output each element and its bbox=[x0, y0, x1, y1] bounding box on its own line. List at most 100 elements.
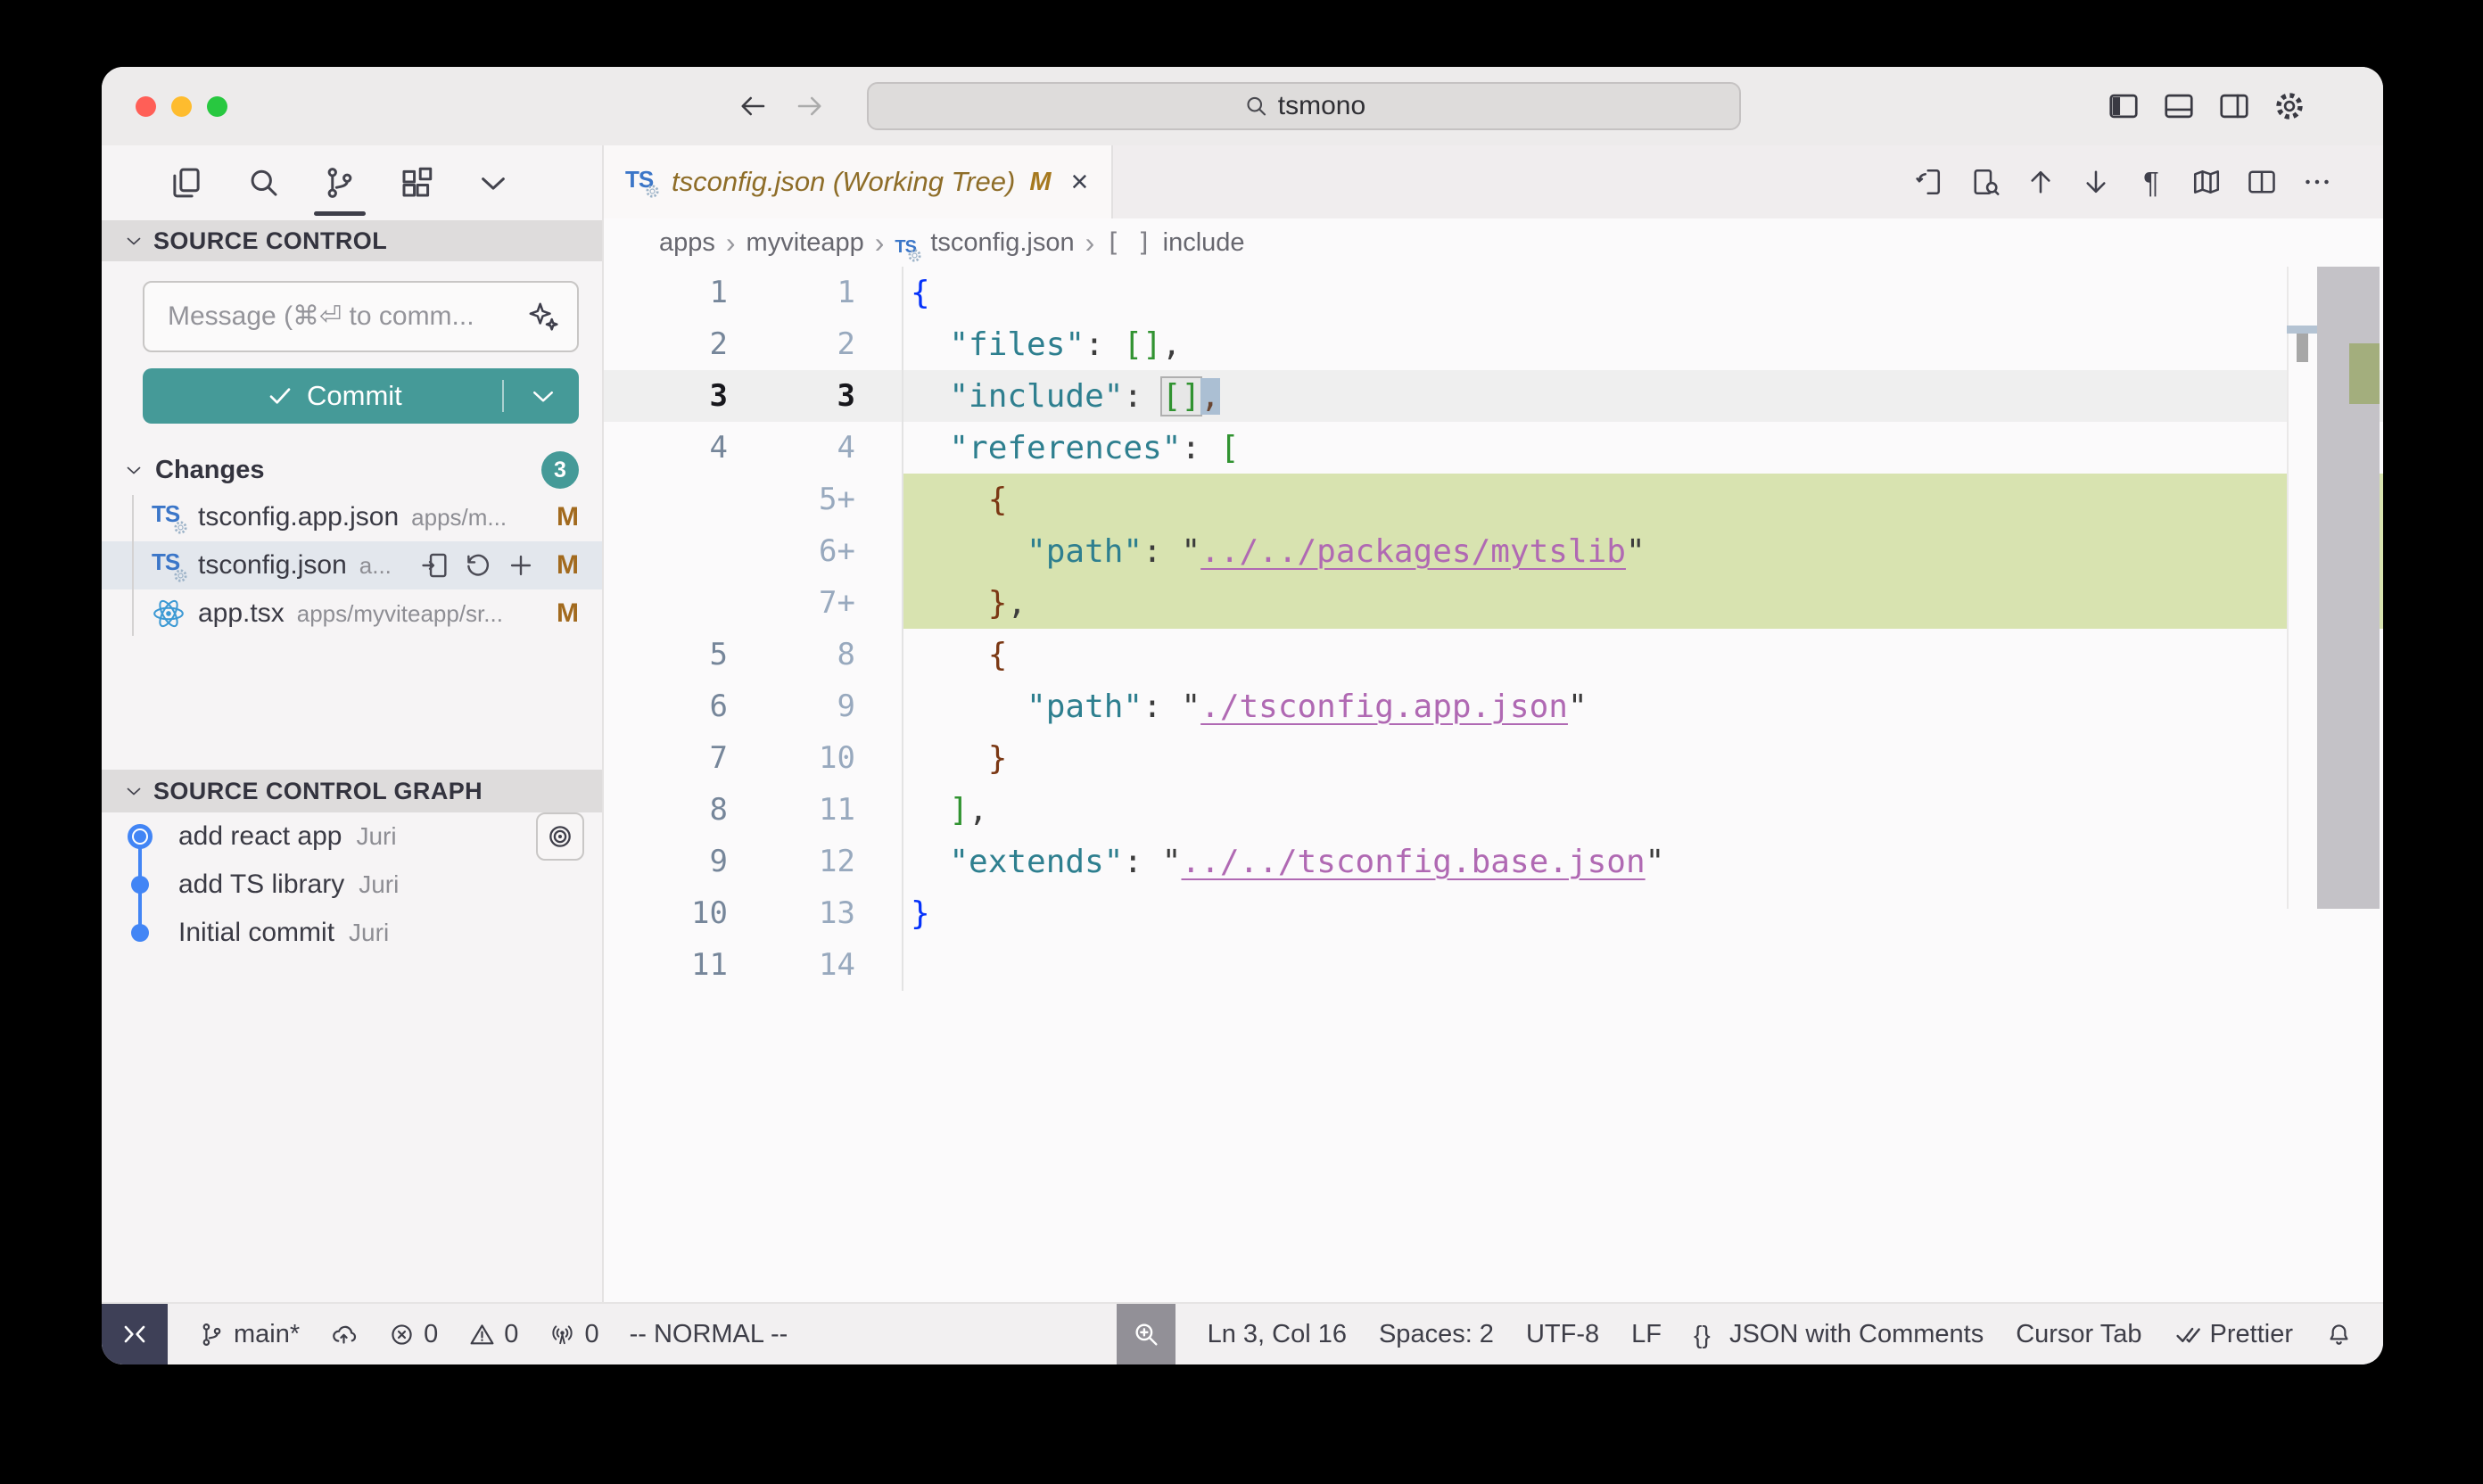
source-control-icon[interactable] bbox=[321, 164, 359, 202]
language-mode[interactable]: {}JSON with Comments bbox=[1694, 1320, 1984, 1349]
scrollbar-rail[interactable] bbox=[2287, 267, 2380, 909]
command-center-search[interactable]: tsmono bbox=[867, 82, 1741, 130]
nav-forward-icon[interactable] bbox=[794, 90, 826, 122]
commit-dropdown-icon[interactable] bbox=[527, 380, 559, 412]
explorer-icon[interactable] bbox=[168, 164, 205, 202]
commit-split-divider bbox=[502, 380, 504, 412]
tab-title: tsconfig.json (Working Tree) bbox=[672, 166, 1015, 198]
code-editor[interactable]: 11{22 "files": [],33 "include": [],44 "r… bbox=[604, 267, 2383, 1302]
ports[interactable]: 0 bbox=[549, 1320, 598, 1349]
split-editor-icon[interactable] bbox=[2246, 166, 2278, 198]
arrow-down-icon[interactable] bbox=[2080, 166, 2112, 198]
search-icon[interactable] bbox=[244, 164, 282, 202]
changes-label: Changes bbox=[155, 456, 264, 485]
status-label: Prettier bbox=[2210, 1320, 2293, 1349]
commit-row[interactable]: add react appJuri bbox=[102, 812, 602, 861]
code-line[interactable]: 1114 bbox=[604, 939, 2383, 991]
code-line[interactable]: 811 ], bbox=[604, 784, 2383, 836]
eol[interactable]: LF bbox=[1631, 1320, 1662, 1349]
file-search-icon[interactable] bbox=[1969, 166, 2001, 198]
cursor-tab[interactable]: Cursor Tab bbox=[2016, 1320, 2141, 1349]
layout-sidebar-left-icon[interactable] bbox=[2107, 89, 2141, 123]
source-control-header[interactable]: SOURCE CONTROL bbox=[102, 220, 602, 261]
commit-message: Initial commit bbox=[178, 918, 334, 948]
more-icon[interactable] bbox=[2301, 166, 2333, 198]
map-icon[interactable] bbox=[2190, 166, 2223, 198]
extensions-icon[interactable] bbox=[398, 164, 435, 202]
commit-row[interactable]: Initial commit Juri bbox=[102, 909, 602, 957]
breadcrumb-item[interactable]: myviteapp bbox=[747, 228, 864, 258]
code-line[interactable]: 11{ bbox=[604, 267, 2383, 318]
commit-message: add react app bbox=[178, 821, 342, 852]
go-to-file-icon[interactable] bbox=[420, 550, 450, 581]
source-control-title: SOURCE CONTROL bbox=[153, 227, 387, 255]
layout-panel-icon[interactable] bbox=[2162, 89, 2196, 123]
pilcrow-icon[interactable]: ¶ bbox=[2135, 166, 2167, 198]
modified-badge: M bbox=[1029, 168, 1051, 197]
change-row-tsconfig.json[interactable]: TStsconfig.jsona...M bbox=[102, 541, 602, 589]
code-line[interactable]: 33 "include": [], bbox=[604, 370, 2383, 422]
braces-icon: {} bbox=[1694, 1321, 1721, 1348]
status-label: LF bbox=[1631, 1320, 1662, 1349]
errors[interactable]: 0 bbox=[388, 1320, 438, 1349]
chevron-down-icon[interactable] bbox=[474, 164, 512, 202]
code-line[interactable]: 1013} bbox=[604, 887, 2383, 939]
modified-badge: M bbox=[552, 550, 579, 581]
changes-section-header[interactable]: Changes 3 bbox=[102, 447, 602, 493]
tab-tsconfig-json-working-tree[interactable]: TS tsconfig.json (Working Tree) M × bbox=[604, 145, 1113, 218]
layout-sidebar-right-icon[interactable] bbox=[2217, 89, 2251, 123]
code-line[interactable]: 69 "path": "./tsconfig.app.json" bbox=[604, 680, 2383, 732]
code-line[interactable]: 6+ "path": "../../packages/mytslib" bbox=[604, 525, 2383, 577]
commit-author: Juri bbox=[349, 919, 389, 947]
remote-icon bbox=[120, 1320, 149, 1348]
breadcrumb-item[interactable]: include bbox=[1163, 228, 1245, 258]
breadcrumb-item[interactable]: apps bbox=[659, 228, 715, 258]
open-preview-icon[interactable] bbox=[1914, 166, 1946, 198]
broadcast-icon bbox=[549, 1321, 576, 1348]
status-label: Cursor Tab bbox=[2016, 1320, 2141, 1349]
remote-indicator[interactable] bbox=[102, 1304, 168, 1364]
code-line[interactable]: 7+ }, bbox=[604, 577, 2383, 629]
nav-back-icon[interactable] bbox=[737, 90, 769, 122]
vim-mode[interactable]: -- NORMAL -- bbox=[630, 1320, 788, 1349]
sync-status[interactable] bbox=[330, 1321, 358, 1348]
cursor-position[interactable]: Ln 3, Col 16 bbox=[1208, 1320, 1347, 1349]
arrow-up-icon[interactable] bbox=[2025, 166, 2057, 198]
breadcrumb-item[interactable]: tsconfig.json bbox=[930, 228, 1074, 258]
bell-icon bbox=[2325, 1321, 2353, 1348]
breadcrumb-separator: › bbox=[875, 227, 885, 260]
checkout-commit-button[interactable] bbox=[536, 812, 584, 861]
zoom-window-button[interactable] bbox=[207, 96, 227, 117]
close-tab-icon[interactable]: × bbox=[1071, 167, 1089, 197]
formatter[interactable]: Prettier bbox=[2174, 1320, 2293, 1349]
gear-icon[interactable] bbox=[2273, 89, 2306, 123]
source-control-graph-header[interactable]: SOURCE CONTROL GRAPH bbox=[102, 770, 602, 812]
commit-button[interactable]: Commit bbox=[143, 368, 579, 424]
commit-author: Juri bbox=[359, 870, 399, 899]
graph-title: SOURCE CONTROL GRAPH bbox=[153, 778, 483, 805]
code-line[interactable]: 44 "references": [ bbox=[604, 422, 2383, 474]
close-window-button[interactable] bbox=[136, 96, 156, 117]
commit-message-input[interactable] bbox=[143, 281, 579, 352]
indentation[interactable]: Spaces: 2 bbox=[1379, 1320, 1494, 1349]
screencast-zoom[interactable] bbox=[1117, 1304, 1176, 1364]
change-row-app.tsx[interactable]: app.tsxapps/myviteapp/sr...M bbox=[102, 589, 602, 638]
double-check-icon bbox=[2174, 1321, 2202, 1348]
code-line[interactable]: 22 "files": [], bbox=[604, 318, 2383, 370]
branch-status[interactable]: main* bbox=[198, 1320, 300, 1349]
commit-row[interactable]: add TS libraryJuri bbox=[102, 861, 602, 909]
notifications[interactable] bbox=[2325, 1321, 2353, 1348]
code-line[interactable]: 58 { bbox=[604, 629, 2383, 680]
code-line[interactable]: 912 "extends": "../../tsconfig.base.json… bbox=[604, 836, 2383, 887]
minimize-window-button[interactable] bbox=[171, 96, 192, 117]
error-icon bbox=[388, 1321, 416, 1348]
code-line[interactable]: 710 } bbox=[604, 732, 2383, 784]
code-line[interactable]: 5+ { bbox=[604, 474, 2383, 525]
warnings[interactable]: 0 bbox=[468, 1320, 518, 1349]
array-symbol-icon: [ ] bbox=[1105, 227, 1151, 258]
add-icon[interactable] bbox=[506, 550, 536, 581]
encoding[interactable]: UTF-8 bbox=[1526, 1320, 1599, 1349]
generate-commit-message-icon[interactable] bbox=[525, 299, 561, 334]
change-row-tsconfig.app.json[interactable]: TStsconfig.app.jsonapps/m...M bbox=[102, 493, 602, 541]
discard-icon[interactable] bbox=[463, 550, 493, 581]
